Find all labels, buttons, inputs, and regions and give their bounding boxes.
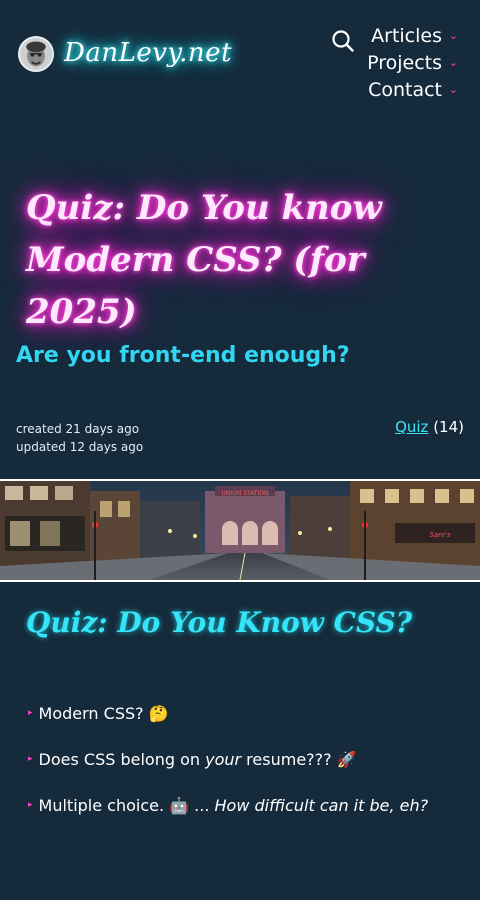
tag-count: (14) (433, 418, 464, 436)
main-nav: Articles ⌄ Projects ⌄ Contact ⌄ (338, 22, 458, 103)
page-title-line-2: Modern CSS? (for 2025) (26, 240, 365, 332)
page-title: Quiz: Do You know Modern CSS? (for 2025) (26, 182, 466, 338)
list-item-text-part: resume??? 🚀 (241, 750, 357, 769)
tag-link-quiz[interactable]: Quiz (395, 418, 428, 436)
bullet-icon: ▸ (28, 708, 33, 718)
list-item-text: Does CSS belong on your resume??? 🚀 (39, 750, 357, 769)
created-date: created 21 days ago (16, 422, 140, 436)
nav-item-label: Articles (371, 24, 442, 47)
page: DanLevy.net Articles ⌄ Projects ⌄ Contac… (0, 0, 480, 900)
chevron-down-icon: ⌄ (448, 56, 458, 69)
svg-text:UNION STATION: UNION STATION (221, 490, 268, 497)
chevron-down-icon: ⌄ (448, 29, 458, 42)
list-item-emphasis: How difficult can it be, eh? (214, 796, 429, 815)
page-title-line-1: Quiz: Do You know (26, 188, 382, 228)
post-dates: created 21 days ago updated 12 days ago (16, 420, 143, 456)
list-item-emphasis: your (205, 750, 242, 769)
list-item-text-part: Does CSS belong on (38, 750, 206, 769)
nav-item-projects[interactable]: Projects ⌄ (338, 49, 458, 76)
avatar-face-icon (20, 38, 52, 70)
intro-list: ▸ Modern CSS? 🤔 ▸ Does CSS belong on you… (28, 704, 468, 842)
section-title: Quiz: Do You Know CSS? (26, 606, 413, 639)
site-name-logo[interactable]: DanLevy.net (64, 38, 232, 68)
bullet-icon: ▸ (28, 754, 33, 764)
street-night-image: UNION STATION Sam's (0, 481, 480, 580)
nav-item-contact[interactable]: Contact ⌄ (338, 76, 458, 103)
avatar[interactable] (18, 36, 54, 72)
post-tag: Quiz (14) (395, 418, 464, 436)
nav-item-label: Projects (367, 51, 442, 74)
list-item: ▸ Multiple choice. 🤖 ... How difficult c… (28, 796, 468, 842)
list-item-text: Multiple choice. 🤖 ... How difficult can… (39, 796, 429, 815)
updated-date: updated 12 days ago (16, 440, 144, 454)
chevron-down-icon: ⌄ (448, 83, 458, 96)
bullet-icon: ▸ (28, 800, 33, 810)
nav-item-articles[interactable]: Articles ⌄ (338, 22, 458, 49)
list-item-text-part: Multiple choice. 🤖 ... (38, 796, 215, 815)
svg-text:Sam's: Sam's (429, 531, 450, 539)
list-item: ▸ Modern CSS? 🤔 (28, 704, 468, 750)
page-subtitle: Are you front-end enough? (16, 343, 350, 368)
site-header: DanLevy.net Articles ⌄ Projects ⌄ Contac… (0, 0, 480, 110)
list-item: ▸ Does CSS belong on your resume??? 🚀 (28, 750, 468, 796)
nav-item-label: Contact (368, 78, 442, 101)
list-item-text: Modern CSS? 🤔 (38, 704, 169, 723)
hero-image: UNION STATION Sam's (0, 479, 480, 582)
